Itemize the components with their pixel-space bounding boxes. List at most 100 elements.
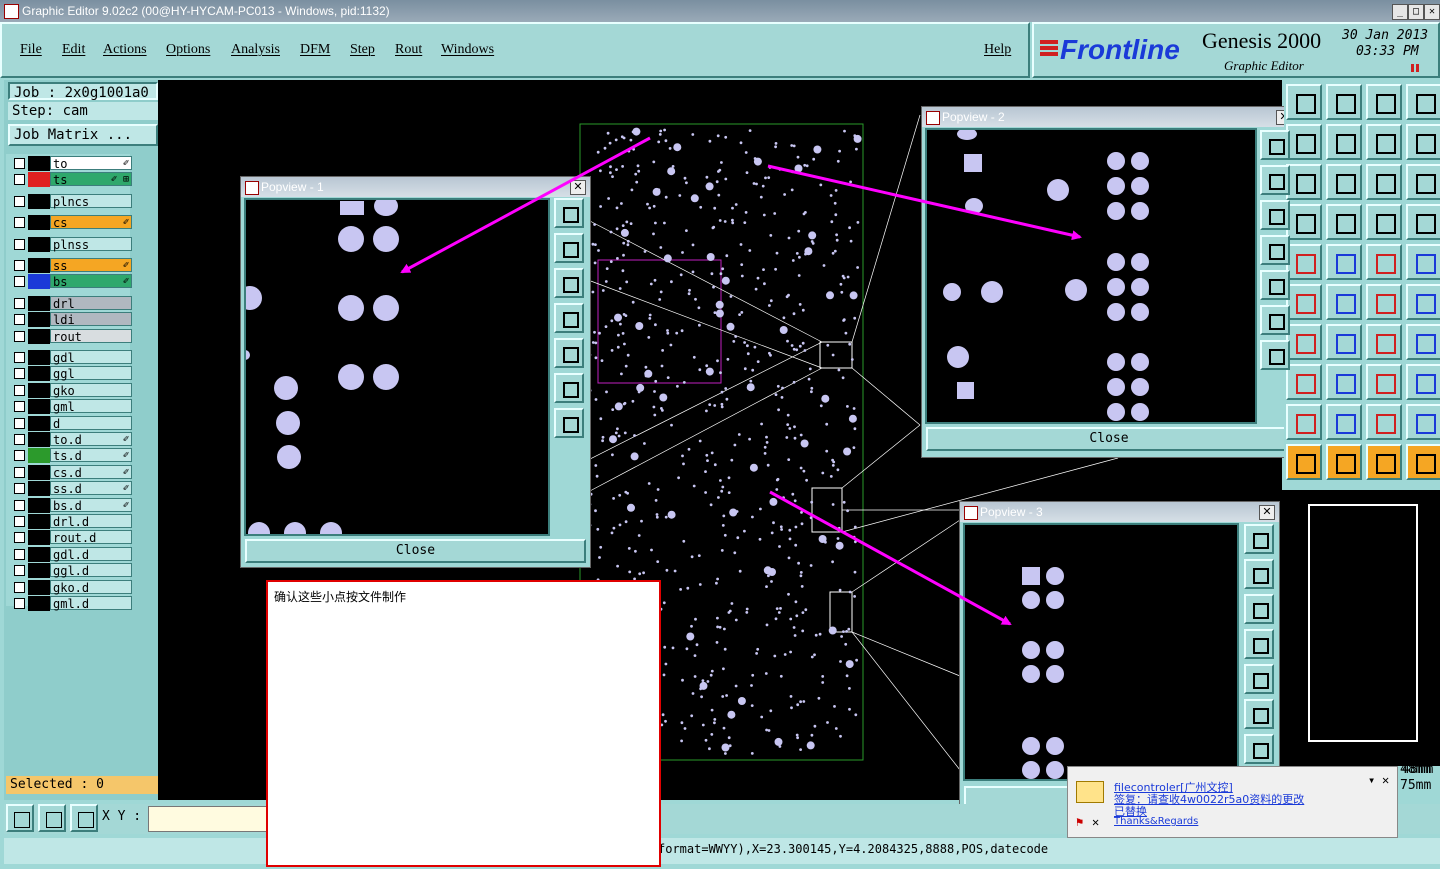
layer-color-swatch[interactable] [28,236,50,252]
layer-name[interactable]: gdl.d [50,546,132,562]
layer-row[interactable]: gko [12,382,132,398]
tool-button[interactable] [1406,204,1440,240]
menu-actions[interactable]: Actions [103,42,147,58]
tool-button[interactable] [1286,444,1322,480]
layer-row[interactable]: drl.d [12,514,132,529]
layer-checkbox[interactable] [14,260,25,271]
tool-button[interactable] [1366,284,1402,320]
menu-edit[interactable]: Edit [62,42,85,58]
popview-3-tool-0[interactable] [1244,524,1274,554]
tool-button[interactable] [1326,364,1362,400]
layer-row[interactable]: ggl [12,366,132,382]
layer-checkbox[interactable] [14,276,25,288]
layer-name[interactable]: gml.d [50,596,132,611]
tool-button[interactable] [1406,404,1440,440]
layer-color-swatch[interactable] [28,399,50,415]
layer-name[interactable]: gdl [50,350,132,365]
popview-1-titlebar[interactable]: Popview - 1 ✕ [241,177,590,197]
layer-color-swatch[interactable] [28,530,50,546]
tool-button[interactable] [1366,364,1402,400]
layer-name[interactable]: rout [50,328,132,344]
layer-name[interactable]: to.d ✐ [50,432,132,447]
layer-row[interactable]: ss.d ✐ [12,481,132,497]
tool-button[interactable] [1286,244,1322,280]
layer-checkbox[interactable] [14,217,25,229]
layer-color-swatch[interactable] [28,172,50,188]
layer-row[interactable]: gml.d [12,596,132,611]
popview-2-window[interactable]: Popview - 2 ✕ Close [921,106,1297,458]
popview-2-titlebar[interactable]: Popview - 2 ✕ [922,107,1296,127]
layer-color-swatch[interactable] [28,156,50,171]
layer-name[interactable]: ggl.d [50,563,132,578]
flag-icon[interactable]: ⚑ [1076,815,1083,829]
layer-color-swatch[interactable] [28,312,50,328]
popview-1-close-icon[interactable]: ✕ [570,180,586,195]
layer-row[interactable]: gml [12,399,132,415]
layer-color-swatch[interactable] [28,350,50,365]
popview-1-tool-0[interactable] [554,198,584,228]
layer-color-swatch[interactable] [28,497,50,513]
layer-color-swatch[interactable] [28,448,50,464]
maximize-button[interactable]: □ [1408,4,1424,20]
overview-map[interactable]: 48mm [1282,490,1440,777]
layer-color-swatch[interactable] [28,514,50,529]
layer-row[interactable]: rout.d [12,530,132,546]
app-icon[interactable] [4,4,19,19]
layer-checkbox[interactable] [14,565,25,577]
layer-row[interactable]: ldi [12,312,132,328]
popview-2-close-button[interactable]: Close [926,427,1292,451]
layer-row[interactable]: ts ✐ ⊞ [12,172,132,188]
menu-help[interactable]: Help [984,42,1011,58]
layer-color-swatch[interactable] [28,464,50,480]
layer-row[interactable]: to.d ✐ [12,432,132,447]
layer-name[interactable]: d [50,415,132,431]
tool-button[interactable] [1366,244,1402,280]
layer-row[interactable]: cs ✐ [12,215,132,231]
tool-button[interactable] [1366,164,1402,200]
layer-checkbox[interactable] [14,174,25,186]
layer-name[interactable]: ss ✐ [50,258,132,273]
xy-input[interactable] [148,806,270,832]
popview-1-tool-3[interactable] [554,303,584,333]
layer-color-swatch[interactable] [28,295,50,311]
layer-row[interactable]: rout [12,328,132,344]
menu-analysis[interactable]: Analysis [231,42,280,58]
layer-row[interactable]: drl [12,295,132,311]
layer-row[interactable]: bs ✐ [12,274,132,290]
command-line[interactable]: format=WWYY),X=23.300145,Y=4.2084325,888… [658,842,1048,856]
popview-3-tool-3[interactable] [1244,629,1274,659]
popview-1-window[interactable]: Popview - 1 ✕ Close [240,176,591,568]
layer-name[interactable]: rout.d [50,530,132,545]
popview-2-tool-5[interactable] [1260,305,1290,335]
layer-color-swatch[interactable] [28,366,50,382]
popview-1-tool-4[interactable] [554,338,584,368]
layer-checkbox[interactable] [14,516,25,527]
layer-checkbox[interactable] [14,330,25,342]
tool-button[interactable] [1366,444,1402,480]
layer-checkbox[interactable] [14,483,25,495]
layer-row[interactable]: plnss [12,236,132,252]
tool-button[interactable] [1326,124,1362,160]
layer-row[interactable]: bs.d ✐ [12,497,132,513]
popview-1-tool-5[interactable] [554,373,584,403]
popview-3-tool-6[interactable] [1244,734,1274,764]
tool-button[interactable] [1406,324,1440,360]
tool-button[interactable] [1406,244,1440,280]
tool-button[interactable] [1366,84,1402,120]
notification-popup[interactable]: ▾ ✕ ⚑ ✕ filecontroler[广州文控] 签复：请查收4w0022… [1067,766,1398,838]
layer-checkbox[interactable] [14,297,25,309]
layer-checkbox[interactable] [14,548,25,560]
layer-name[interactable]: gko [50,382,132,398]
tool-button[interactable] [1366,124,1402,160]
layer-name[interactable]: to ✐ [50,156,132,171]
layer-row[interactable]: ts.d ✐ [12,448,132,464]
layer-name[interactable]: cs ✐ [50,215,132,230]
layer-checkbox[interactable] [14,598,25,609]
popview-3-tool-1[interactable] [1244,559,1274,589]
popview-2-tool-3[interactable] [1260,235,1290,265]
popview-3-tool-5[interactable] [1244,699,1274,729]
layer-checkbox[interactable] [14,499,25,511]
grid-tool-button[interactable] [70,804,98,832]
popview-2-tool-1[interactable] [1260,165,1290,195]
layer-checkbox[interactable] [14,401,25,413]
